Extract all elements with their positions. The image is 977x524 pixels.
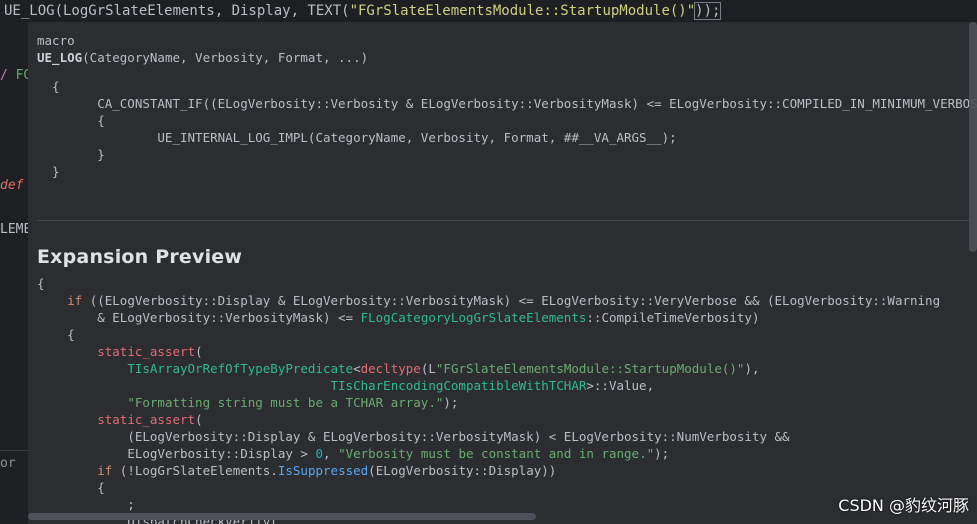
number-literal: 0: [315, 446, 323, 461]
macro-params: (CategoryName, Verbosity, Format, ...): [82, 50, 369, 65]
template-tchar: TIsCharEncodingCompatibleWithTCHAR: [330, 378, 587, 393]
code-call-suffix: ));: [694, 2, 722, 20]
macro-name: UE_LOG: [37, 50, 83, 65]
editor-current-line[interactable]: UE_LOG(LogGrSlateElements, Display, TEXT…: [0, 0, 977, 22]
gutter-fragment-3: LEME: [0, 222, 28, 237]
section-divider: [37, 220, 977, 221]
gutter-fragment-4: or: [0, 456, 16, 471]
method-is-suppressed: IsSuppressed: [277, 463, 369, 478]
vertical-scrollbar-thumb[interactable]: [969, 22, 977, 252]
gutter-fragment-2: def: [0, 178, 24, 193]
macro-definition: { CA_CONSTANT_IF((ELogVerbosity::Verbosi…: [52, 79, 977, 179]
macro-signature: UE_LOG(CategoryName, Verbosity, Format, …: [37, 49, 368, 66]
string-literal: "FGrSlateElementsModule::StartupModule()…: [435, 361, 745, 376]
category-type: FLogCategoryLogGrSlateElements: [360, 310, 587, 325]
gutter-divider: [0, 450, 28, 451]
keyword-if-2: if: [97, 463, 113, 478]
editor-line-code[interactable]: UE_LOG(LogGrSlateElements, Display, TEXT…: [4, 2, 722, 20]
symbol-kind: macro: [37, 33, 75, 48]
horizontal-scrollbar-thumb[interactable]: [28, 513, 536, 520]
editor-gutter: / FG def LEME or: [0, 22, 28, 524]
template-predicate: TIsArrayOrRefOfTypeByPredicate: [127, 361, 354, 376]
assert-message-1: "Formatting string must be a TCHAR array…: [127, 395, 444, 410]
keyword-if: if: [67, 293, 83, 308]
code-string-literal: "FGrSlateElementsModule::StartupModule()…: [349, 3, 696, 19]
keyword-static-assert: static_assert: [97, 344, 196, 359]
quick-documentation-popup[interactable]: macro UE_LOG(CategoryName, Verbosity, Fo…: [28, 22, 977, 524]
assert-message-2: "Verbosity must be constant and in range…: [338, 446, 655, 461]
expansion-code: { if ((ELogVerbosity::Display & ELogVerb…: [37, 276, 941, 524]
vertical-scrollbar-track[interactable]: [967, 22, 977, 524]
keyword-decltype: decltype: [360, 361, 421, 376]
code-call-prefix: UE_LOG(LogGrSlateElements, Display, TEXT…: [4, 3, 350, 19]
gutter-fragment-1: / FG: [0, 68, 28, 83]
keyword-static-assert-2: static_assert: [97, 412, 196, 427]
expansion-preview-title: Expansion Preview: [37, 246, 243, 268]
csdn-watermark: CSDN @豹纹河豚: [838, 496, 969, 515]
